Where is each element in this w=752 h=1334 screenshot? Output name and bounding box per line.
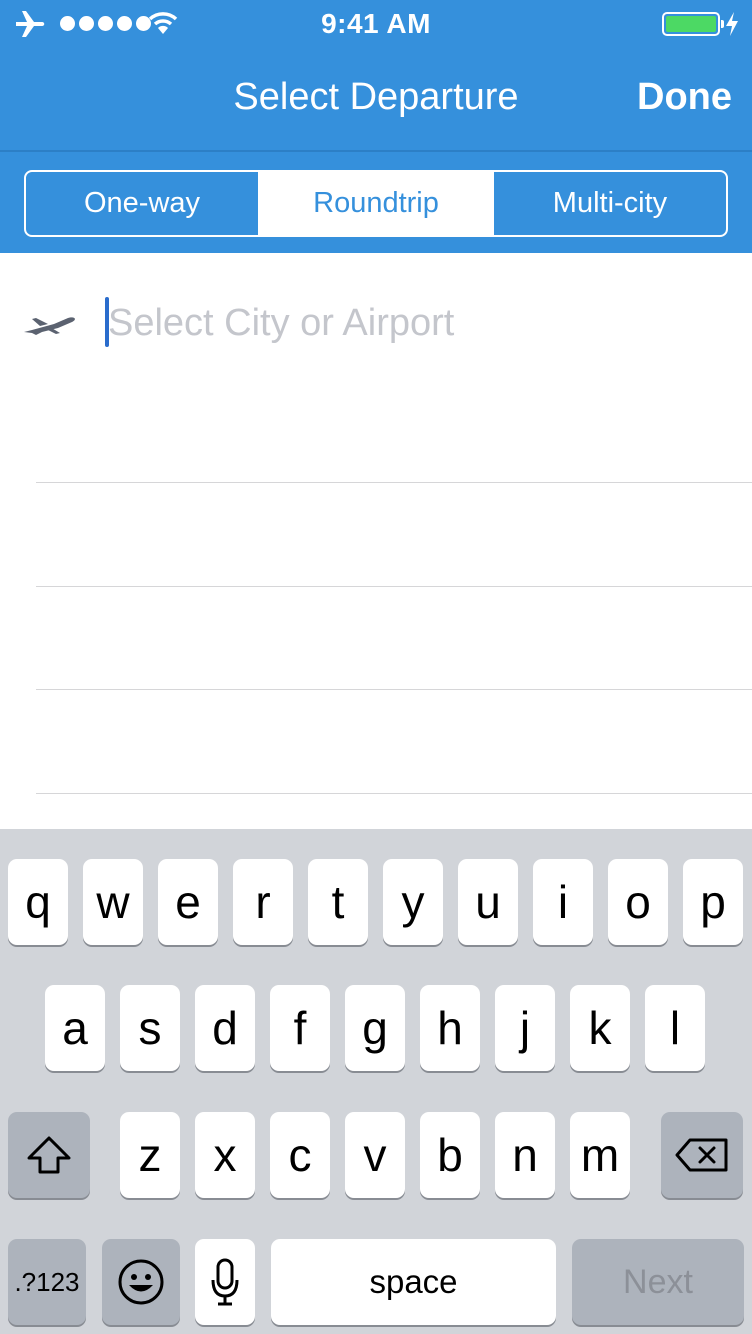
key-b[interactable]: b [420, 1112, 480, 1198]
key-w[interactable]: w [83, 859, 143, 945]
emoji-key[interactable] [102, 1239, 180, 1325]
microphone-icon [211, 1258, 239, 1306]
shift-key[interactable] [8, 1112, 90, 1198]
key-u[interactable]: u [458, 859, 518, 945]
key-g[interactable]: g [345, 985, 405, 1071]
search-input[interactable] [108, 296, 708, 350]
emoji-icon [118, 1259, 164, 1305]
key-m[interactable]: m [570, 1112, 630, 1198]
key-n[interactable]: n [495, 1112, 555, 1198]
key-q[interactable]: q [8, 859, 68, 945]
navigation-header: 9:41 AM Select Departure Done One-way Ro… [0, 0, 752, 253]
key-j[interactable]: j [495, 985, 555, 1071]
key-a[interactable]: a [45, 985, 105, 1071]
key-i[interactable]: i [533, 859, 593, 945]
key-f[interactable]: f [270, 985, 330, 1071]
key-s[interactable]: s [120, 985, 180, 1071]
key-d[interactable]: d [195, 985, 255, 1071]
trip-type-segmented-control: One-way Roundtrip Multi-city [24, 170, 728, 237]
key-y[interactable]: y [383, 859, 443, 945]
list-divider [36, 586, 752, 587]
list-divider [36, 793, 752, 794]
departing-plane-icon [24, 317, 75, 335]
battery-icon [662, 12, 724, 36]
key-p[interactable]: p [683, 859, 743, 945]
key-t[interactable]: t [308, 859, 368, 945]
key-v[interactable]: v [345, 1112, 405, 1198]
key-x[interactable]: x [195, 1112, 255, 1198]
numbers-key[interactable]: .?123 [8, 1239, 86, 1325]
done-button[interactable]: Done [637, 76, 732, 119]
next-key[interactable]: Next [572, 1239, 744, 1325]
key-c[interactable]: c [270, 1112, 330, 1198]
status-bar: 9:41 AM [0, 0, 752, 48]
segment-one-way[interactable]: One-way [26, 172, 258, 235]
keyboard: q w e r t y u i o p a s d f g h j k l z … [0, 829, 752, 1334]
key-l[interactable]: l [645, 985, 705, 1071]
shift-icon [27, 1136, 71, 1174]
key-z[interactable]: z [120, 1112, 180, 1198]
microphone-key[interactable] [195, 1239, 255, 1325]
list-divider [36, 482, 752, 483]
bolt-icon [726, 12, 738, 36]
segment-multi-city[interactable]: Multi-city [492, 172, 726, 235]
delete-key[interactable] [661, 1112, 743, 1198]
header-divider [0, 150, 752, 152]
list-divider [36, 689, 752, 690]
key-k[interactable]: k [570, 985, 630, 1071]
key-o[interactable]: o [608, 859, 668, 945]
key-r[interactable]: r [233, 859, 293, 945]
key-h[interactable]: h [420, 985, 480, 1071]
delete-icon [675, 1138, 728, 1172]
status-time: 9:41 AM [321, 8, 431, 39]
space-key[interactable]: space [271, 1239, 556, 1325]
key-e[interactable]: e [158, 859, 218, 945]
segment-roundtrip[interactable]: Roundtrip [258, 172, 492, 235]
